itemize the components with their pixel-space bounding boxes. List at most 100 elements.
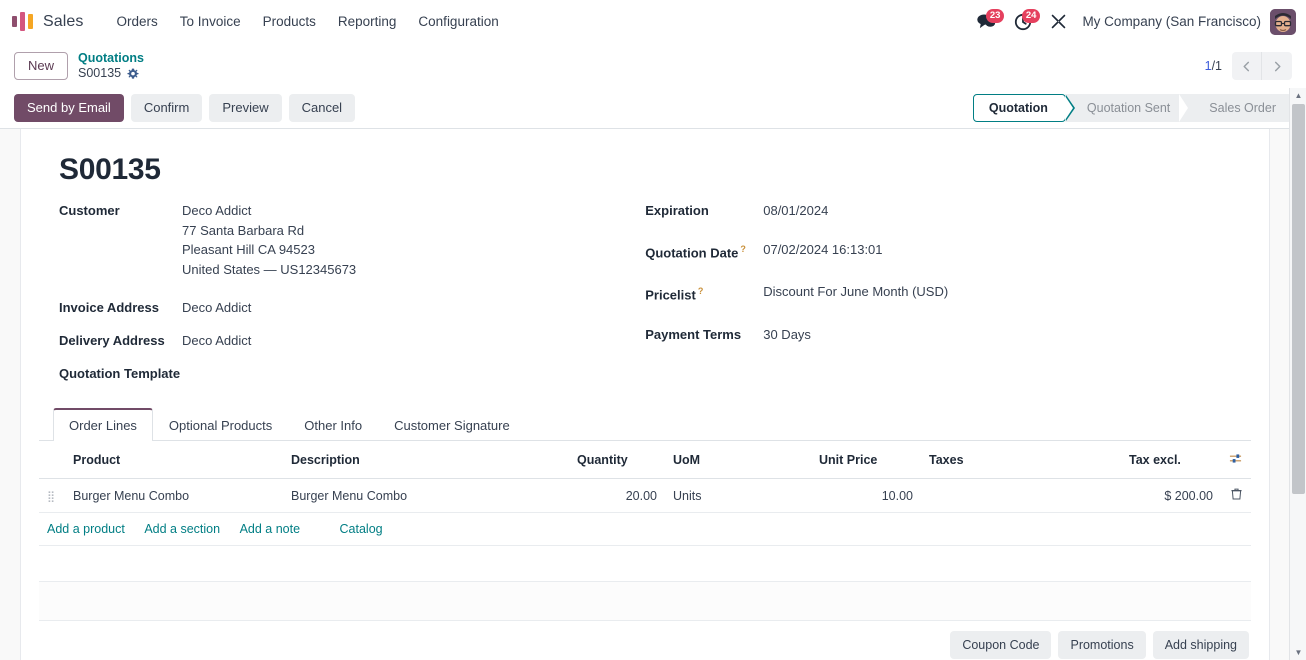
order-lines-footer-buttons: Coupon Code Promotions Add shipping: [39, 621, 1251, 660]
pager-current: 1: [1204, 59, 1212, 73]
field-value-pricelist[interactable]: Discount For June Month (USD): [763, 282, 948, 301]
field-value-quotation-date[interactable]: 07/02/2024 16:13:01: [763, 240, 882, 259]
field-quotation-date: Quotation Date? 07/02/2024 16:13:01: [645, 240, 1251, 262]
column-header-product[interactable]: Product: [65, 441, 283, 479]
tab-customer-signature[interactable]: Customer Signature: [378, 408, 526, 441]
column-header-tax-excl[interactable]: Tax excl.: [1121, 441, 1221, 479]
column-header-taxes[interactable]: Taxes: [921, 441, 1121, 479]
tab-order-lines[interactable]: Order Lines: [53, 408, 153, 441]
field-payment-terms: Payment Terms 30 Days: [645, 325, 1251, 344]
field-label-quotation-template: Quotation Template: [59, 366, 181, 381]
record-pager: 1/1: [1205, 52, 1292, 80]
field-label-pricelist: Pricelist?: [645, 286, 704, 303]
preview-button[interactable]: Preview: [209, 94, 282, 122]
field-quotation-template: Quotation Template: [59, 364, 645, 383]
pager-previous-button[interactable]: [1232, 52, 1262, 80]
messages-button[interactable]: 23: [968, 9, 1005, 30]
add-a-section-link[interactable]: Add a section: [144, 522, 220, 536]
customer-country: United States — US12345673: [182, 261, 357, 277]
user-avatar[interactable]: [1270, 8, 1296, 35]
app-name-sales[interactable]: Sales: [43, 13, 84, 31]
add-shipping-button[interactable]: Add shipping: [1152, 631, 1249, 659]
pager-total: 1: [1215, 59, 1222, 73]
tab-optional-products[interactable]: Optional Products: [153, 408, 288, 441]
table-header-row: Product Description Quantity UoM Unit Pr…: [39, 441, 1251, 479]
gear-icon[interactable]: [127, 68, 139, 80]
promotions-button[interactable]: Promotions: [1058, 631, 1146, 659]
status-stage-quotation-sent[interactable]: Quotation Sent: [1064, 94, 1189, 122]
activities-button[interactable]: 24: [1005, 8, 1041, 31]
nav-item-reporting[interactable]: Reporting: [327, 8, 408, 35]
customer-city: Pleasant Hill CA 94523: [182, 242, 315, 257]
confirm-button[interactable]: Confirm: [130, 94, 203, 122]
totals-row: [39, 581, 1251, 621]
filler-row: [39, 545, 1251, 582]
row-delete-button[interactable]: [1221, 478, 1251, 513]
nav-item-to-invoice[interactable]: To Invoice: [169, 8, 252, 35]
messages-badge: 23: [985, 9, 1005, 23]
status-stage-quotation[interactable]: Quotation: [972, 94, 1075, 122]
form-column-right: Expiration 08/01/2024 Quotation Date? 07…: [645, 201, 1251, 395]
scroll-down-arrow-icon[interactable]: ▼: [1290, 645, 1306, 660]
order-lines-body: ⣿ Burger Menu Combo Burger Menu Combo 20…: [39, 478, 1251, 621]
pager-next-button[interactable]: [1262, 52, 1292, 80]
field-value-payment-terms[interactable]: 30 Days: [763, 325, 811, 344]
field-value-expiration[interactable]: 08/01/2024: [763, 201, 828, 220]
coupon-code-button[interactable]: Coupon Code: [950, 631, 1052, 659]
breadcrumb-parent-quotations[interactable]: Quotations: [78, 51, 144, 66]
breadcrumb: Quotations S00135: [78, 51, 144, 81]
nav-item-products[interactable]: Products: [252, 8, 327, 35]
field-value-invoice-address[interactable]: Deco Addict: [182, 298, 251, 317]
chevron-right-icon: [1274, 61, 1281, 71]
notebook: Order Lines Optional Products Other Info…: [39, 407, 1251, 660]
breadcrumb-current-record: S00135: [78, 66, 144, 81]
add-a-product-link[interactable]: Add a product: [47, 522, 125, 536]
scroll-up-arrow-icon[interactable]: ▲: [1290, 88, 1306, 103]
field-expiration: Expiration 08/01/2024: [645, 201, 1251, 220]
add-links-row: Add a product Add a section Add a note C…: [39, 512, 1251, 546]
cell-taxes[interactable]: [921, 478, 1121, 513]
cell-tax-excl: $ 200.00: [1121, 478, 1221, 513]
nav-item-orders[interactable]: Orders: [106, 8, 169, 35]
breadcrumb-record-name: S00135: [78, 66, 122, 80]
scrollbar-thumb[interactable]: [1292, 104, 1305, 494]
field-invoice-address: Invoice Address Deco Addict: [59, 298, 645, 317]
cell-product[interactable]: Burger Menu Combo: [65, 478, 283, 513]
column-header-quantity[interactable]: Quantity: [569, 441, 665, 479]
column-header-unit-price[interactable]: Unit Price: [811, 441, 921, 479]
wrench-icon: [1052, 14, 1066, 29]
customer-street: 77 Santa Barbara Rd: [182, 222, 305, 238]
table-row[interactable]: ⣿ Burger Menu Combo Burger Menu Combo 20…: [39, 478, 1251, 513]
catalog-link[interactable]: Catalog: [340, 522, 383, 536]
cell-quantity[interactable]: 20.00: [569, 478, 665, 513]
cell-uom[interactable]: Units: [665, 478, 811, 513]
form-sheet-area: S00135 Customer Deco Addict 77 Santa Bar…: [0, 129, 1306, 660]
form-sheet: S00135 Customer Deco Addict 77 Santa Bar…: [20, 129, 1270, 660]
new-record-button[interactable]: New: [14, 52, 69, 80]
nav-item-configuration[interactable]: Configuration: [407, 8, 509, 35]
field-label-invoice-address: Invoice Address: [59, 300, 159, 315]
help-tooltip-icon[interactable]: ?: [698, 286, 704, 296]
pager-counter[interactable]: 1/1: [1205, 59, 1222, 73]
tab-other-info[interactable]: Other Info: [288, 408, 378, 441]
cell-unit-price[interactable]: 10.00: [811, 478, 921, 513]
column-header-description[interactable]: Description: [283, 441, 569, 479]
cancel-button[interactable]: Cancel: [288, 94, 356, 122]
status-stage-sales-order[interactable]: Sales Order: [1187, 94, 1292, 122]
help-tooltip-icon[interactable]: ?: [740, 244, 746, 254]
send-by-email-button[interactable]: Send by Email: [14, 94, 124, 122]
tools-button[interactable]: [1041, 13, 1076, 30]
odoo-bars-logo-icon[interactable]: [12, 11, 33, 33]
column-header-uom[interactable]: UoM: [665, 441, 811, 479]
add-a-note-link[interactable]: Add a note: [240, 522, 300, 536]
field-value-customer[interactable]: Deco Addict 77 Santa Barbara Rd Pleasant…: [182, 201, 356, 279]
field-value-delivery-address[interactable]: Deco Addict: [182, 331, 251, 350]
company-selector[interactable]: My Company (San Francisco): [1076, 14, 1270, 29]
control-panel: Send by Email Confirm Preview Cancel Quo…: [0, 88, 1306, 129]
column-options-button[interactable]: [1221, 441, 1251, 479]
row-drag-handle[interactable]: ⣿: [39, 478, 65, 513]
cell-description[interactable]: Burger Menu Combo: [283, 478, 569, 513]
top-navbar: Sales Orders To Invoice Products Reporti…: [0, 0, 1306, 44]
page-scrollbar[interactable]: ▲ ▼: [1289, 88, 1306, 660]
notebook-tabs: Order Lines Optional Products Other Info…: [39, 407, 1251, 441]
